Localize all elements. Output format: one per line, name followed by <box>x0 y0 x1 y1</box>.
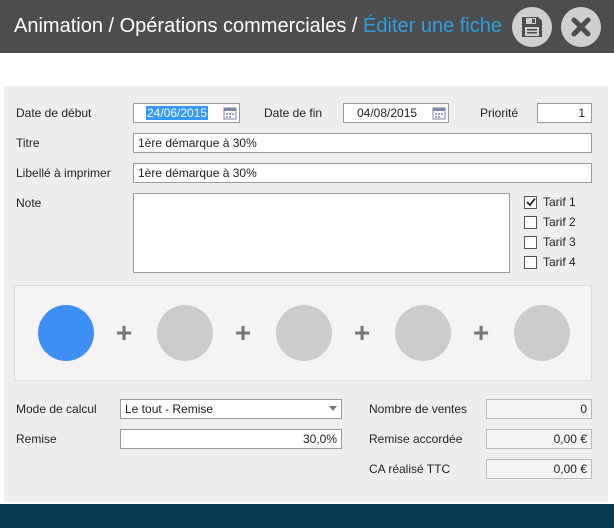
breadcrumb-current: Éditer une fiche <box>363 15 503 37</box>
plus-icon: + <box>234 317 252 348</box>
note-label: Note <box>16 196 42 210</box>
floppy-disk-icon <box>522 17 542 37</box>
step-circle-5[interactable] <box>514 305 570 361</box>
revenue-field: 0,00 € <box>486 459 592 479</box>
end-date-label: Date de fin <box>264 106 323 120</box>
end-date-field[interactable]: 04/08/2015 <box>343 103 449 123</box>
footer-bar <box>0 504 614 528</box>
sales-count-label: Nombre de ventes <box>369 402 468 416</box>
discount-steps: + + + + <box>14 285 592 381</box>
tarif-2-checkbox[interactable]: Tarif 2 <box>524 215 576 229</box>
revenue-label: CA réalisé TTC <box>369 462 451 476</box>
checkbox-box[interactable] <box>524 235 537 249</box>
granted-discount-field: 0,00 € <box>486 429 592 449</box>
breadcrumb: Animation / Opérations commerciales / Éd… <box>14 15 502 38</box>
priority-field[interactable]: 1 <box>537 103 592 123</box>
tarif-1-checkbox[interactable]: Tarif 1 <box>524 195 576 209</box>
step-circle-1[interactable] <box>38 305 94 361</box>
calc-mode-label: Mode de calcul <box>16 402 97 416</box>
title-field[interactable]: 1ère démarque à 30% <box>133 133 592 153</box>
checkbox-box[interactable] <box>524 255 537 269</box>
sales-count-field: 0 <box>486 399 592 419</box>
print-label: Libellé à imprimer <box>16 166 111 180</box>
note-textarea[interactable] <box>133 193 510 273</box>
start-date-value: 24/06/2015 <box>146 106 209 120</box>
breadcrumb-separator: / <box>346 15 364 37</box>
checkmark-icon <box>525 197 536 207</box>
plus-icon: + <box>115 317 133 348</box>
priority-label: Priorité <box>480 106 519 120</box>
breadcrumb-animation[interactable]: Animation <box>14 15 103 37</box>
print-label-field[interactable]: 1ère démarque à 30% <box>133 163 592 183</box>
title-label: Titre <box>16 136 40 150</box>
checkbox-box[interactable] <box>524 195 537 209</box>
tarif-label: Tarif 1 <box>543 195 576 209</box>
discount-field[interactable]: 30,0% <box>120 429 342 449</box>
chevron-down-icon[interactable] <box>329 406 337 411</box>
tarif-label: Tarif 4 <box>543 255 576 269</box>
save-button[interactable] <box>512 7 552 47</box>
tarif-4-checkbox[interactable]: Tarif 4 <box>524 255 576 269</box>
calendar-icon[interactable] <box>432 106 446 120</box>
tarif-label: Tarif 3 <box>543 235 576 249</box>
end-date-value: 04/08/2015 <box>357 106 418 120</box>
step-circle-2[interactable] <box>157 305 213 361</box>
granted-discount-label: Remise accordée <box>369 432 463 446</box>
form-panel: Date de début 24/06/2015 Date de fin 04/… <box>4 86 608 502</box>
calc-mode-value: Le tout - Remise <box>125 402 214 416</box>
tarif-3-checkbox[interactable]: Tarif 3 <box>524 235 576 249</box>
checkbox-box[interactable] <box>524 215 537 229</box>
plus-icon: + <box>472 317 490 348</box>
calc-mode-select[interactable]: Le tout - Remise <box>120 399 342 419</box>
close-x-icon <box>571 17 591 37</box>
tarif-label: Tarif 2 <box>543 215 576 229</box>
start-date-label: Date de début <box>16 106 92 120</box>
breadcrumb-operations[interactable]: Opérations commerciales <box>120 15 347 37</box>
step-circle-4[interactable] <box>395 305 451 361</box>
step-circle-3[interactable] <box>276 305 332 361</box>
close-button[interactable] <box>561 7 601 47</box>
discount-label: Remise <box>16 432 57 446</box>
plus-icon: + <box>353 317 371 348</box>
start-date-field[interactable]: 24/06/2015 <box>133 103 240 123</box>
breadcrumb-separator: / <box>102 15 120 37</box>
calendar-icon[interactable] <box>223 106 237 120</box>
title-bar: Animation / Opérations commerciales / Éd… <box>0 0 614 53</box>
